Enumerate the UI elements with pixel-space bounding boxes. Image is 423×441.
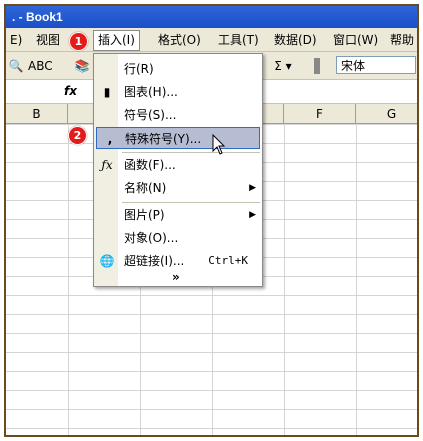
step-badge-2: 2 — [68, 126, 87, 145]
menu-data-label: 数据(D) — [274, 33, 317, 47]
column-header-g[interactable]: G — [356, 104, 417, 124]
menu-item-function[interactable]: ƒx 函数(F)... — [94, 154, 262, 176]
menu-item-symbol-label: 符号(S)... — [124, 108, 177, 122]
fx-icon[interactable]: fx — [64, 84, 77, 98]
font-name-select[interactable]: 宋体 — [336, 56, 416, 74]
menu-format[interactable]: 格式(O) — [154, 31, 205, 49]
menu-item-special-symbol-label: 特殊符号(Y)... — [125, 132, 202, 146]
menu-tools[interactable]: 工具(T) — [214, 31, 263, 49]
menu-expand[interactable]: » — [94, 268, 262, 286]
research-icon[interactable]: 📚 — [74, 58, 90, 74]
menu-separator — [122, 202, 260, 203]
menu-help[interactable]: 帮助 — [386, 31, 417, 49]
print-preview-icon[interactable]: 🔍 — [8, 58, 24, 74]
toolbar-handle-icon — [314, 58, 320, 74]
grid-line — [356, 124, 357, 435]
hyperlink-globe-icon: 🌐 — [99, 254, 115, 268]
menu-item-special-symbol[interactable]: , 特殊符号(Y)... — [96, 127, 260, 149]
menu-data[interactable]: 数据(D) — [270, 31, 321, 49]
screenshot-frame: . - Book1 E) 视图 插入(I) 格式(O) 工具(T) 数据(D) … — [4, 4, 419, 437]
menu-item-row-label: 行(R) — [124, 62, 154, 76]
menu-format-label: 格式(O) — [158, 33, 201, 47]
mouse-cursor-icon — [212, 134, 226, 155]
submenu-arrow-icon: ▶ — [249, 183, 256, 193]
menu-item-row[interactable]: 行(R) — [94, 58, 262, 80]
menu-bar: E) 视图 插入(I) 格式(O) 工具(T) 数据(D) 窗口(W) 帮助 — [6, 28, 417, 52]
expand-chevron-icon: » — [172, 270, 180, 284]
chart-icon: ▮ — [103, 85, 111, 99]
menu-separator — [122, 152, 260, 153]
submenu-arrow-icon: ▶ — [249, 210, 256, 220]
menu-item-function-label: 函数(F)... — [124, 158, 176, 172]
fx-icon: ƒx — [101, 158, 113, 172]
menu-item-chart[interactable]: ▮ 图表(H)... — [94, 81, 262, 103]
menu-item-chart-label: 图表(H)... — [124, 85, 178, 99]
menu-help-label: 帮助 — [390, 33, 415, 47]
step-badge-1: 1 — [69, 32, 88, 51]
menu-tools-label: 工具(T) — [218, 33, 259, 47]
menu-item-object[interactable]: 对象(O)... — [94, 227, 262, 249]
menu-insert-label: 插入(I) — [98, 33, 135, 47]
menu-item-picture-label: 图片(P) — [124, 208, 165, 222]
spelling-icon[interactable]: ABC — [28, 58, 53, 74]
menu-edit[interactable]: E) — [6, 31, 26, 49]
grid-line — [284, 124, 285, 435]
comma-icon: , — [107, 132, 113, 146]
column-header-f[interactable]: F — [284, 104, 356, 124]
column-header-b[interactable]: B — [6, 104, 68, 124]
title-bar: . - Book1 — [6, 6, 417, 28]
menu-item-picture[interactable]: 图片(P) ▶ — [94, 204, 262, 226]
menu-item-name[interactable]: 名称(N) ▶ — [94, 177, 262, 199]
menu-item-symbol[interactable]: 符号(S)... — [94, 104, 262, 126]
menu-window[interactable]: 窗口(W) — [329, 31, 382, 49]
menu-window-label: 窗口(W) — [333, 33, 379, 47]
menu-edit-label: E) — [10, 33, 23, 47]
insert-menu-popup: 行(R) ▮ 图表(H)... 符号(S)... , 特殊符号(Y)... ƒx… — [93, 53, 263, 287]
menu-view-label: 视图 — [36, 33, 61, 47]
grid-line — [68, 124, 69, 435]
window-title: . - Book1 — [12, 10, 63, 24]
menu-insert[interactable]: 插入(I) — [93, 30, 140, 51]
menu-item-object-label: 对象(O)... — [124, 231, 179, 245]
autosum-button[interactable]: Σ ▾ — [268, 58, 298, 74]
menu-item-name-label: 名称(N) — [124, 181, 167, 195]
menu-view[interactable]: 视图 — [32, 31, 64, 49]
